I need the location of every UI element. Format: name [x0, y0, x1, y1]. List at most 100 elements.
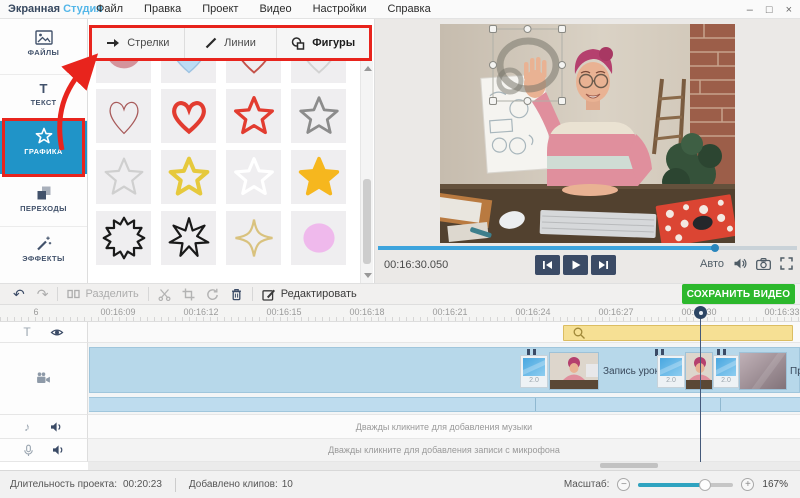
- play-button[interactable]: [563, 255, 588, 275]
- auto-quality-label[interactable]: Авто: [700, 258, 724, 270]
- timeline-zoom-controls: Масштаб: − + 167%: [564, 478, 788, 491]
- timeline-scrollbar[interactable]: [88, 462, 800, 470]
- zoom-in-button[interactable]: +: [741, 478, 754, 491]
- text-track-lane[interactable]: [88, 322, 800, 343]
- scroll-down-icon[interactable]: [364, 273, 372, 278]
- menu-video[interactable]: Видео: [259, 3, 291, 15]
- edit-clip-button[interactable]: Редактировать: [262, 288, 357, 301]
- skip-forward-icon: [598, 260, 609, 270]
- video-preview[interactable]: [440, 24, 735, 243]
- sidebar-item-effects[interactable]: ЭФФЕКТЫ: [0, 229, 87, 277]
- shape-burst-black-outline[interactable]: [96, 211, 151, 265]
- video-track-lane[interactable]: 2.0 Запись урока.. 2.0 2.0: [88, 343, 800, 415]
- visibility-eye-icon[interactable]: [50, 326, 64, 339]
- zoom-out-button[interactable]: −: [617, 478, 630, 491]
- ruler-label: 6: [33, 307, 38, 317]
- scissors-icon[interactable]: [158, 288, 171, 301]
- preview-panel: 00:16:30.050 Авто: [375, 19, 800, 283]
- app-title-primary: Экранная: [8, 3, 60, 15]
- music-track-header: ♪: [0, 415, 88, 439]
- menu-edit[interactable]: Правка: [144, 3, 181, 15]
- menu-file[interactable]: Файл: [96, 3, 123, 15]
- video-frame-thumb[interactable]: [685, 352, 713, 390]
- close-icon[interactable]: ×: [786, 4, 792, 16]
- delete-icon[interactable]: [230, 288, 243, 301]
- project-duration-label: Длительность проекта:: [10, 479, 117, 490]
- shape-star-yellow-outline[interactable]: [161, 150, 216, 204]
- wand-icon: [35, 235, 52, 251]
- video-frame-thumb[interactable]: [739, 352, 787, 390]
- zoom-fragment-thumb[interactable]: 2.0: [520, 355, 548, 388]
- fullscreen-icon[interactable]: [780, 257, 793, 270]
- shape-star-white-outline[interactable]: [226, 150, 281, 204]
- edit-label: Редактировать: [281, 288, 357, 300]
- video-track-header: [0, 343, 88, 415]
- zoom-slider-handle[interactable]: [699, 479, 711, 491]
- undo-icon[interactable]: ↶: [13, 288, 25, 300]
- sidebar-item-text[interactable]: T ТЕКСТ: [0, 76, 87, 121]
- redo-icon[interactable]: ↷: [37, 288, 49, 300]
- thumb-scale-label: 2.0: [521, 376, 547, 385]
- crop-icon[interactable]: [182, 288, 195, 301]
- shape-heart-red-thick-outline[interactable]: [161, 89, 216, 143]
- shape-star-lightgray-outline[interactable]: [96, 150, 151, 204]
- arrow-right-icon: [106, 37, 120, 49]
- mic-track: Дважды кликните для добавления записи с …: [0, 439, 800, 462]
- shape-star-yellow-filled[interactable]: [291, 150, 346, 204]
- playback-controls: 00:16:30.050 Авто: [375, 252, 800, 280]
- video-clip-main[interactable]: 2.0 Запись урока.. 2.0 2.0: [89, 347, 800, 393]
- shapes-scrollbar[interactable]: [360, 61, 373, 283]
- zoom-fragment-thumb[interactable]: 2.0: [657, 355, 685, 388]
- previous-frame-button[interactable]: [535, 255, 560, 275]
- tab-lines[interactable]: Линии: [185, 28, 278, 58]
- split-label: Разделить: [85, 288, 138, 300]
- zoom-fragment-thumb[interactable]: 2.0: [713, 355, 739, 388]
- video-frame-thumb[interactable]: [549, 352, 599, 390]
- mic-volume-icon[interactable]: [52, 444, 65, 456]
- shape-star-red-outline[interactable]: [226, 89, 281, 143]
- music-volume-icon[interactable]: [50, 421, 63, 433]
- menu-settings[interactable]: Настройки: [313, 3, 367, 15]
- maximize-icon[interactable]: □: [766, 4, 773, 16]
- minimize-icon[interactable]: –: [747, 4, 753, 16]
- app-logo: Экранная Студия: [8, 3, 96, 15]
- rotate-icon[interactable]: [206, 288, 219, 301]
- playhead-handle[interactable]: [694, 306, 707, 319]
- shape-heart-darkred-thin-outline[interactable]: [96, 89, 151, 143]
- timeline-ruler[interactable]: 6 00:16:09 00:16:12 00:16:15 00:16:18 00…: [0, 305, 800, 322]
- menu-help[interactable]: Справка: [388, 3, 431, 15]
- save-video-button[interactable]: СОХРАНИТЬ ВИДЕО: [682, 284, 795, 304]
- music-track-lane[interactable]: Дважды кликните для добавления музыки: [88, 415, 800, 439]
- scroll-up-icon[interactable]: [364, 66, 372, 71]
- zoom-slider[interactable]: [638, 483, 733, 487]
- snapshot-camera-icon[interactable]: [756, 258, 771, 270]
- video-track: 2.0 Запись урока.. 2.0 2.0: [0, 343, 800, 415]
- tab-label: Стрелки: [127, 37, 169, 49]
- window-controls: – □ ×: [747, 0, 792, 19]
- shape-circle-pink-filled[interactable]: [291, 211, 346, 265]
- mic-track-lane[interactable]: Дважды кликните для добавления записи с …: [88, 439, 800, 462]
- seek-bar[interactable]: [378, 246, 797, 250]
- edit-toolbar: ↶ ↷ Разделить Редактировать: [0, 283, 800, 305]
- video-clip-audio-strip[interactable]: [89, 397, 800, 412]
- sidebar-item-files[interactable]: ФАЙЛЫ: [0, 24, 87, 75]
- music-note-icon: ♪: [24, 420, 30, 434]
- split-button[interactable]: Разделить: [67, 288, 138, 300]
- sidebar-item-transitions[interactable]: ПЕРЕХОДЫ: [0, 179, 87, 227]
- next-frame-button[interactable]: [591, 255, 616, 275]
- shape-star-gray-outline[interactable]: [291, 89, 346, 143]
- shape-star7-black-outline[interactable]: [161, 211, 216, 265]
- sidebar-item-graphics[interactable]: ГРАФИКА: [0, 121, 87, 174]
- scrollbar-thumb[interactable]: [363, 179, 371, 264]
- menu-project[interactable]: Проект: [202, 3, 238, 15]
- speaker-icon[interactable]: [733, 257, 747, 270]
- edit-icon: [262, 288, 276, 301]
- zoom-marker-clip[interactable]: [563, 325, 793, 341]
- shape-sparkle-tan-outline[interactable]: [226, 211, 281, 265]
- seek-bar-handle[interactable]: [711, 244, 719, 252]
- tab-shapes[interactable]: Фигуры: [277, 28, 369, 58]
- timeline-scrollbar-thumb[interactable]: [600, 463, 658, 468]
- image-icon: [35, 30, 53, 45]
- tab-arrows[interactable]: Стрелки: [92, 28, 185, 58]
- shapes-panel: Стрелки Линии Фигуры: [88, 19, 375, 283]
